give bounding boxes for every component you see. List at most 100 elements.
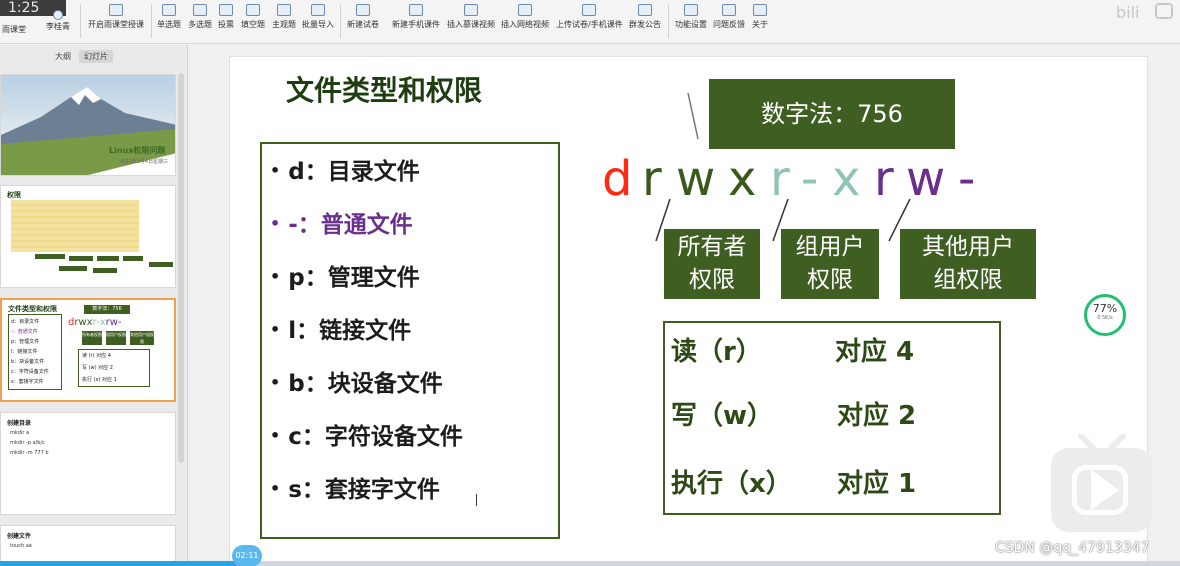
vote-button[interactable]: 投票	[218, 4, 234, 40]
single-choice-button[interactable]: 单选题	[157, 4, 181, 40]
insert-mooc-video-button[interactable]: 插入慕课视频	[447, 4, 495, 40]
thumb-3-group: 其他用户组权限	[130, 331, 154, 345]
perm-char-group-w: -	[801, 151, 819, 207]
single-choice-icon	[162, 4, 176, 16]
upload-paper-button[interactable]: 上传试卷/手机课件	[556, 4, 623, 40]
current-slide[interactable]: 文件类型和权限 • d：目录文件 • -：普通文件 • p：管理文件 • l：链接文件 …	[229, 56, 1148, 566]
progress-fill	[0, 561, 248, 566]
speed-percent: 77%	[1092, 302, 1118, 315]
thumb-3-list-item: d：目录文件	[11, 319, 40, 325]
thumb-1-date: 2022年9月4日星期三	[119, 159, 169, 165]
announce-button[interactable]: 群发公告	[629, 4, 661, 40]
fill-blank-button[interactable]: 填空题	[241, 4, 265, 40]
thumb-3-list-item: p：管理文件	[11, 339, 40, 345]
ribbon-separator	[151, 4, 152, 38]
tab-outline[interactable]: 大纲	[50, 50, 76, 63]
thumb-4-title: 创建目录	[7, 420, 32, 427]
file-type-item: • b：块设备文件	[270, 364, 443, 398]
announce-icon	[638, 4, 652, 16]
annotation-box	[123, 256, 143, 261]
start-class-button[interactable]: 开启雨课堂授课	[88, 4, 144, 40]
play-icon[interactable]	[1091, 470, 1119, 510]
thumb-3-list-item: b：块设备文件	[11, 359, 45, 365]
slide-thumbnail-2[interactable]: 权限	[0, 185, 176, 288]
thumb-3-table: 读 (r) 对应 4 写 (w) 对应 2 执行 (x) 对应 1	[78, 349, 150, 387]
thumbnail-scrollbar[interactable]	[178, 73, 184, 463]
video-progress-bar[interactable]	[0, 561, 1180, 566]
perm-char-other-x: -	[958, 151, 976, 207]
file-type-item: • s：套接字文件	[270, 470, 440, 504]
perm-char: w	[78, 317, 87, 328]
subjective-button[interactable]: 主观题	[272, 4, 296, 40]
thumb-3-list-item: s：套接字文件	[11, 379, 44, 385]
slide-thumbnail-5[interactable]: 创建文件 touch aa	[0, 525, 176, 565]
perm-char: -	[117, 317, 122, 328]
vote-icon	[219, 4, 233, 16]
slide-thumbnail-3[interactable]: 文件类型和权限 数字法：756 d：目录文件 -：普通文件 p：管理文件 l：链…	[0, 298, 176, 402]
bullet: •	[270, 426, 281, 445]
thumb-3-table-row: 写 (w) 对应 2	[82, 365, 113, 371]
thumb-5-title: 创建文件	[7, 533, 32, 540]
table-row: 写（w） 对应 2	[671, 395, 916, 432]
thumb-1-title: Linux权限问题	[109, 146, 166, 155]
feedback-icon	[722, 4, 736, 16]
slide-thumbnail-panel: 大纲 幻灯片 Linux权限问题 2022年9月4日星期三 权限 文件类型和权限…	[0, 45, 188, 566]
new-paper-button[interactable]: 新建试卷	[347, 4, 379, 40]
file-type-text: s：套接字文件	[288, 477, 440, 503]
thumb-3-group: 所有者权限	[82, 331, 102, 345]
owner-permission-label: 所有者 权限	[664, 229, 760, 299]
owner-label-line2: 权限	[689, 267, 735, 293]
subjective-icon	[277, 4, 291, 16]
perm-value: 对应 2	[837, 401, 917, 431]
progress-time-knob[interactable]: 02:11	[232, 545, 262, 566]
batch-import-button[interactable]: 批量导入	[302, 4, 334, 40]
settings-button[interactable]: 功能设置	[675, 4, 707, 40]
terminal-screenshot	[11, 200, 139, 252]
new-mobile-courseware-button[interactable]: 新建手机课件	[392, 4, 440, 40]
tab-slides[interactable]: 幻灯片	[79, 50, 113, 63]
insert-web-video-label: 插入网络视频	[501, 20, 549, 29]
bullet: •	[270, 479, 281, 498]
thumb-3-table-row: 读 (r) 对应 4	[82, 353, 111, 359]
ribbon-toolbar: 1:25 雨课堂 李桂青 开启雨课堂授课 单选题 多选题 投票 填空题 主观题 …	[0, 0, 1180, 44]
thumb-3-list: d：目录文件 -：普通文件 p：管理文件 l：链接文件 b：块设备文件 c：字符…	[8, 314, 62, 390]
thumb-3-title: 文件类型和权限	[8, 305, 57, 313]
feedback-label: 问题反馈	[713, 20, 745, 29]
perm-char: w	[109, 317, 118, 328]
ribbon-separator	[340, 4, 341, 38]
slide-thumbnail-4[interactable]: 创建目录 mkdir a mkdir -p a/b/c mkdir -m 777…	[0, 412, 176, 515]
multi-choice-button[interactable]: 多选题	[188, 4, 212, 40]
settings-label: 功能设置	[675, 20, 707, 29]
multi-choice-label: 多选题	[188, 20, 212, 29]
table-row: 读（r） 对应 4	[671, 331, 914, 368]
thumb-3-list-item: -：普通文件	[11, 329, 38, 335]
web-video-icon	[518, 4, 532, 16]
svg-text:bili: bili	[1116, 3, 1140, 22]
user-name-label: 李桂青	[46, 22, 70, 31]
feedback-button[interactable]: 问题反馈	[713, 4, 745, 40]
group-label-line2: 权限	[807, 267, 853, 293]
thumb-3-list-item: l：链接文件	[11, 349, 38, 355]
slide-thumbnail-1[interactable]: Linux权限问题 2022年9月4日星期三	[0, 74, 176, 176]
about-icon	[753, 4, 767, 16]
text-cursor-icon	[476, 494, 482, 506]
about-label: 关于	[752, 20, 768, 29]
about-button[interactable]: 关于	[752, 4, 768, 40]
new-paper-label: 新建试卷	[347, 20, 379, 29]
file-type-item: • c：字符设备文件	[270, 417, 463, 451]
slide-editor-area: 文件类型和权限 • d：目录文件 • -：普通文件 • p：管理文件 • l：链接文件 …	[189, 45, 1180, 566]
network-speed-widget[interactable]: 77% 0.5K/s	[1084, 294, 1126, 336]
table-row: 执行（x） 对应 1	[671, 463, 916, 500]
thumb-4-line: mkdir a	[10, 430, 30, 436]
ribbon-separator	[668, 4, 669, 38]
insert-web-video-button[interactable]: 插入网络视频	[501, 4, 549, 40]
annotation-box	[149, 262, 173, 267]
thumb-2-title: 权限	[7, 191, 21, 199]
rain-classroom-label: 雨课堂	[2, 25, 26, 34]
import-icon	[311, 4, 325, 16]
announce-label: 群发公告	[629, 20, 661, 29]
mobile-courseware-icon	[409, 4, 423, 16]
perm-name: 读（r）	[671, 337, 762, 367]
perm-char-group-x: x	[832, 151, 861, 207]
user-account-button[interactable]: 李桂青	[46, 10, 70, 46]
